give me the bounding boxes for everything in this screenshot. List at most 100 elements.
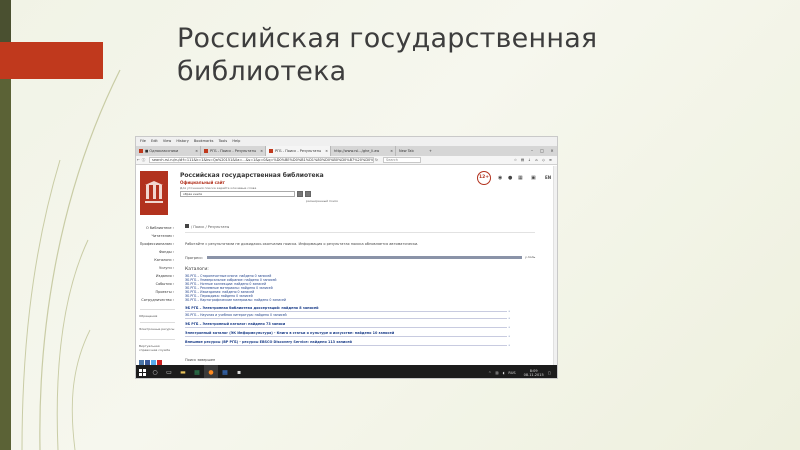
maximize-icon[interactable]: □ (537, 146, 547, 156)
menu-tools[interactable]: Tools (219, 139, 228, 143)
browser-tab[interactable]: http://www.rsl.../ghe_li.aw × (331, 146, 396, 156)
sidebar-link-eresources[interactable]: Электронные ресурсы (139, 327, 177, 331)
browser-tab-active[interactable]: РГБ - Поиск - Результаты × (266, 146, 331, 156)
sidebar-item-publications[interactable]: Издания (136, 274, 177, 278)
sidebar-item-professionals[interactable]: Профессионалам (136, 242, 177, 246)
browser-tab[interactable]: ■ Одноклассники × (136, 146, 201, 156)
terminal-icon[interactable]: ▪ (232, 365, 246, 378)
divider (185, 232, 535, 233)
browser-search-input[interactable]: Search (383, 157, 421, 163)
site-sidebar: О библиотеке Читателям Профессионалам Фо… (136, 219, 177, 365)
sidebar-item-cooperation[interactable]: Сотрудничество (136, 298, 177, 302)
grid-icon[interactable]: ▦ (518, 175, 523, 181)
sidebar-item-projects[interactable]: Проекты (136, 290, 177, 294)
slide-decorative-curves (21, 69, 121, 450)
sidebar-link-requests[interactable]: Обращения (139, 314, 177, 318)
menu-file[interactable]: File (140, 139, 146, 143)
close-tab-icon[interactable]: × (260, 146, 263, 156)
close-tab-icon[interactable]: × (195, 146, 198, 156)
explorer-icon[interactable]: ▬ (176, 365, 190, 378)
rsl-logo[interactable] (140, 171, 168, 215)
result-divider: • (185, 326, 510, 329)
close-window-icon[interactable]: × (547, 146, 557, 156)
menu-view[interactable]: View (163, 139, 171, 143)
user-icon[interactable]: ● (508, 175, 512, 181)
browser-tab[interactable]: New Tab (396, 146, 426, 156)
system-tray: ^ ▥ ◖ RUS 8:09 08.11.2015 ▢ (484, 369, 557, 377)
sidebar-link-virtual-help[interactable]: Виртуальная справочная служба (139, 344, 177, 352)
close-tab-icon[interactable]: × (325, 146, 328, 156)
browser-menubar: File Edit View History Bookmarks Tools H… (136, 137, 557, 146)
home-icon[interactable] (185, 224, 189, 228)
advanced-search-link[interactable]: расширенный поиск (306, 199, 338, 203)
result-divider: • (185, 344, 510, 347)
menu-help[interactable]: Help (232, 139, 240, 143)
favicon-icon (204, 149, 208, 153)
minimize-icon[interactable]: – (527, 146, 537, 156)
keyboard-language[interactable]: RUS (508, 371, 515, 375)
new-tab-button[interactable]: + (426, 146, 434, 156)
window-controls: – □ × (527, 146, 557, 156)
excel-icon[interactable]: ▦ (190, 365, 204, 378)
info-icon[interactable]: ⓘ (141, 158, 146, 163)
start-button[interactable] (136, 369, 148, 376)
pocket-icon[interactable]: ◇ (540, 158, 547, 162)
favicon-icon (139, 149, 143, 153)
url-bar[interactable]: search.rsl.ru/ru/#f=111&k=1&ks=Qa%20151&… (149, 157, 374, 163)
sidebar-item-catalogs[interactable]: Каталоги (136, 258, 177, 262)
catalogs-title: Каталоги: (185, 267, 209, 272)
search-done-text: Поиск завершен (185, 358, 216, 362)
progress-label: Прогресс: (185, 256, 204, 260)
search-progress-fill (207, 256, 522, 259)
tab-label: http://www.rsl.../ghe_li.aw (334, 149, 380, 153)
sidebar-item-funds[interactable]: Фонды (136, 250, 177, 254)
clock[interactable]: 8:09 08.11.2015 (520, 369, 544, 377)
sidebar-divider (140, 339, 175, 340)
progress-status: у.поль (525, 255, 536, 259)
firefox-icon[interactable]: ● (204, 365, 218, 378)
menu-edit[interactable]: Edit (151, 139, 158, 143)
cart-icon[interactable]: ▣ (531, 175, 536, 181)
download-icon[interactable]: ↓ (526, 158, 533, 162)
sidebar-item-readers[interactable]: Читателям (136, 234, 177, 238)
search-clear-button[interactable] (305, 191, 311, 197)
network-icon[interactable]: ▥ (495, 371, 498, 375)
notifications-icon[interactable]: ▢ (548, 371, 551, 375)
home-icon[interactable]: ⌂ (533, 158, 540, 162)
menu-bookmarks[interactable]: Bookmarks (194, 139, 214, 143)
slide-title: Российская государственная библиотека (177, 23, 598, 87)
search-results: / Поиск / Результаты Работайте с результ… (180, 219, 555, 365)
search-icon[interactable]: ○ (148, 365, 162, 378)
result-divider: • (185, 335, 510, 338)
site-title: Российская государственная библиотека (180, 172, 324, 179)
browser-tab[interactable]: РГБ - Поиск - Результаты × (201, 146, 266, 156)
tab-label: ■ Одноклассники (145, 149, 179, 153)
site-subtitle: Официальный сайт (180, 180, 225, 185)
menu-icon[interactable]: ≡ (547, 158, 554, 162)
reload-icon[interactable]: ↻ (374, 158, 379, 162)
tab-label: РГБ - Поиск - Результаты (210, 149, 257, 153)
site-header: Российская государственная библиотека Оф… (136, 166, 557, 219)
site-search-input[interactable]: образ книги (180, 191, 295, 197)
close-tab-icon[interactable]: × (390, 146, 393, 156)
windows-taskbar: ○ ▭ ▬ ▦ ● ▦ ▪ ^ ▥ ◖ RUS 8:09 08.11.2015 ▢ (136, 365, 557, 378)
menu-history[interactable]: History (176, 139, 188, 143)
language-switch[interactable]: EN (545, 175, 551, 180)
sidebar-item-services[interactable]: Услуги (136, 266, 177, 270)
reading-list-icon[interactable]: ▤ (519, 158, 526, 162)
chevron-up-icon[interactable]: ^ (488, 371, 491, 375)
search-submit-button[interactable] (297, 191, 303, 197)
eye-icon[interactable]: ◉ (498, 175, 502, 181)
volume-icon[interactable]: ◖ (503, 371, 505, 375)
word-icon[interactable]: ▦ (218, 365, 232, 378)
age-rating-badge: 12+ (477, 171, 491, 185)
result-divider: • (185, 310, 510, 313)
task-view-icon[interactable]: ▭ (162, 365, 176, 378)
sidebar-item-events[interactable]: События (136, 282, 177, 286)
catalog-result-link[interactable]: ЭБ РГБ – Картографические материалы: най… (185, 298, 505, 303)
search-hint: Для уточнения поиска задайте ключевые сл… (180, 186, 257, 190)
page-scrollbar[interactable] (553, 166, 557, 365)
sidebar-item-about[interactable]: О библиотеке (136, 226, 177, 230)
bookmark-star-icon[interactable]: ☆ (512, 158, 519, 162)
sidebar-divider (140, 309, 175, 310)
